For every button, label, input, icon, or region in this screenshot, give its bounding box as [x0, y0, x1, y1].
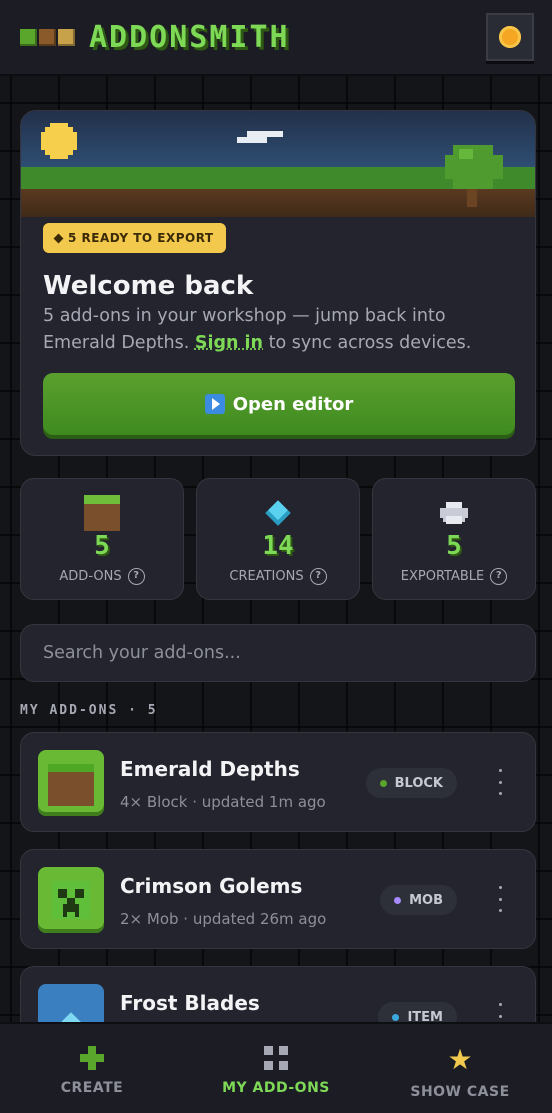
stat-addons: 5 ADD-ONS? [20, 478, 184, 600]
welcome-text: 5 add-ons in your workshop — jump back i… [43, 303, 523, 357]
addon-card[interactable]: Emerald Depths 4× Block · updated 1m ago… [20, 732, 536, 832]
nav-label: CREATE [60, 1080, 124, 1096]
logo-icon [20, 28, 75, 46]
more-options-icon[interactable] [495, 769, 505, 795]
tag-dot-icon [392, 1013, 400, 1021]
tag-dot-icon [379, 779, 387, 787]
welcome-card: 5 READY TO EXPORT Welcome back 5 add-ons… [20, 110, 536, 456]
nav-create[interactable]: CREATE [0, 1024, 184, 1113]
help-icon[interactable]: ? [309, 568, 327, 585]
tree-icon [445, 145, 503, 207]
stat-value: 5 [94, 531, 110, 561]
open-editor-label: Open editor [232, 393, 354, 415]
grass-block-icon [84, 495, 120, 531]
sign-in-link[interactable]: Sign in [195, 333, 263, 353]
diamond-bullet-icon [53, 233, 64, 243]
tag-dot-icon [394, 896, 402, 904]
stat-label: ADD-ONS [59, 569, 122, 584]
addon-meta: 2× Mob · updated 26m ago [120, 910, 327, 928]
app-title: ADDONSMITH [89, 19, 290, 55]
nav-showcase[interactable]: ★ SHOW CASE [368, 1024, 552, 1113]
addon-name: Frost Blades [120, 991, 260, 1015]
landscape-banner [21, 111, 535, 217]
theme-toggle-button[interactable] [486, 13, 534, 61]
addon-type-tag: MOB [380, 885, 457, 915]
stat-label: EXPORTABLE [400, 569, 485, 584]
play-icon [204, 394, 225, 414]
ready-to-export-badge: 5 READY TO EXPORT [43, 223, 226, 253]
diamond-icon [265, 500, 291, 526]
stat-value: 14 [262, 531, 294, 561]
grid-icon [264, 1046, 288, 1070]
printer-icon [440, 502, 468, 524]
addon-meta: 4× Block · updated 1m ago [120, 793, 326, 811]
badge-label: 5 READY TO EXPORT [68, 231, 214, 245]
welcome-text-end: to sync across devices. [263, 333, 472, 353]
sun-icon [41, 123, 77, 159]
welcome-title: Welcome back [43, 271, 254, 301]
tag-label: MOB [409, 892, 443, 908]
tag-label: BLOCK [394, 775, 443, 791]
star-icon: ★ [447, 1043, 473, 1076]
stat-value: 5 [446, 531, 462, 561]
addon-card[interactable]: Crimson Golems 2× Mob · updated 26m ago … [20, 849, 536, 949]
nav-label: SHOW CASE [410, 1084, 510, 1100]
stat-creations: 14 CREATIONS? [196, 478, 360, 600]
app-header: ADDONSMITH [0, 0, 552, 76]
creeper-thumbnail [38, 867, 104, 933]
grass-block-thumbnail [38, 750, 104, 816]
help-icon[interactable]: ? [127, 568, 145, 585]
search-input[interactable] [20, 624, 536, 682]
bottom-navigation: CREATE MY ADD-ONS ★ SHOW CASE [0, 1022, 552, 1113]
stat-exportable: 5 EXPORTABLE? [372, 478, 536, 600]
nav-my-addons[interactable]: MY ADD-ONS [184, 1024, 368, 1113]
more-options-icon[interactable] [495, 886, 505, 912]
open-editor-button[interactable]: Open editor [43, 373, 515, 435]
stat-label: CREATIONS [229, 569, 304, 584]
plus-icon [80, 1046, 104, 1070]
help-icon[interactable]: ? [490, 568, 508, 585]
addon-name: Crimson Golems [120, 874, 303, 898]
nav-label: MY ADD-ONS [222, 1080, 330, 1096]
sun-icon [499, 26, 521, 48]
section-title: MY ADD-ONS · 5 [20, 703, 158, 718]
addon-type-tag: BLOCK [365, 768, 457, 798]
addon-name: Emerald Depths [120, 757, 300, 781]
